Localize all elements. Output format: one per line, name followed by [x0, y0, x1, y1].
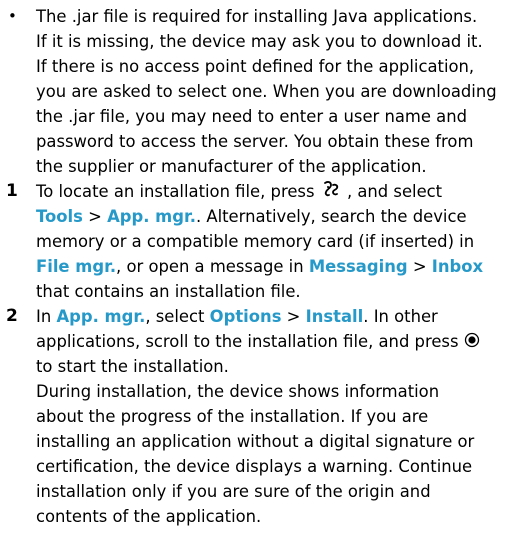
text-line: contents of the application.: [36, 507, 262, 526]
text-line: password to access the server. You obtai…: [36, 132, 474, 151]
step-number: 2: [6, 306, 18, 326]
menu-path-options: Options: [209, 307, 282, 326]
text-fragment: . In other: [363, 307, 438, 326]
menu-path-tools: Tools: [36, 207, 83, 226]
menu-path-install: Install: [305, 307, 364, 326]
text-line: the .jar file, you may need to enter a u…: [36, 107, 468, 126]
text-line: installing an application without a digi…: [36, 432, 475, 451]
text-line: to start the installation.: [36, 357, 229, 376]
text-line: the supplier or manufacturer of the appl…: [36, 157, 427, 176]
step-2-text: In App. mgr., select Options > Install. …: [36, 304, 514, 529]
text-line: applications, scroll to the installation…: [36, 329, 514, 354]
text-line: you are asked to select one. When you ar…: [36, 82, 497, 101]
text-line: Tools > App. mgr.. Alternatively, search…: [36, 204, 514, 229]
text-line: File mgr., or open a message in Messagin…: [36, 254, 514, 279]
text-line: installation only if you are sure of the…: [36, 482, 431, 501]
text-line: In App. mgr., select Options > Install. …: [36, 304, 514, 329]
document-page: • The .jar file is required for installi…: [0, 0, 517, 560]
step-1-text: To locate an installation file, press , …: [36, 179, 514, 304]
text-fragment: In: [36, 307, 57, 326]
text-fragment: , select: [145, 307, 210, 326]
text-line: To locate an installation file, press , …: [36, 179, 514, 204]
selection-key-icon: [464, 330, 480, 355]
path-separator: >: [407, 257, 432, 276]
bullet-marker: •: [8, 7, 17, 25]
text-line: The .jar file is required for installing…: [36, 7, 478, 26]
text-fragment: applications, scroll to the installation…: [36, 332, 459, 351]
menu-path-app-mgr: App. mgr.: [107, 207, 196, 226]
text-fragment: , or open a message in: [116, 257, 309, 276]
text-line: If it is missing, the device may ask you…: [36, 32, 483, 51]
path-separator: >: [82, 207, 108, 226]
step-number: 1: [6, 181, 18, 201]
menu-path-file-mgr: File mgr.: [36, 257, 117, 276]
bullet-text: The .jar file is required for installing…: [36, 4, 514, 179]
menu-key-icon: [320, 180, 342, 205]
path-separator: >: [281, 307, 306, 326]
text-line: memory or a compatible memory card (if i…: [36, 232, 475, 251]
menu-path-app-mgr: App. mgr.: [56, 307, 146, 326]
text-line: certification, the device displays a war…: [36, 457, 473, 476]
text-fragment: To locate an installation file, press: [36, 182, 320, 201]
text-line: that contains an installation file.: [36, 282, 301, 301]
text-line: about the progress of the installation. …: [36, 407, 429, 426]
menu-path-messaging: Messaging: [308, 257, 408, 276]
text-line: During installation, the device shows in…: [36, 382, 440, 401]
text-line: If there is no access point defined for …: [36, 57, 475, 76]
text-fragment: , and select: [346, 182, 443, 201]
text-fragment: . Alternatively, search the device: [195, 207, 467, 226]
menu-path-inbox: Inbox: [431, 257, 484, 276]
